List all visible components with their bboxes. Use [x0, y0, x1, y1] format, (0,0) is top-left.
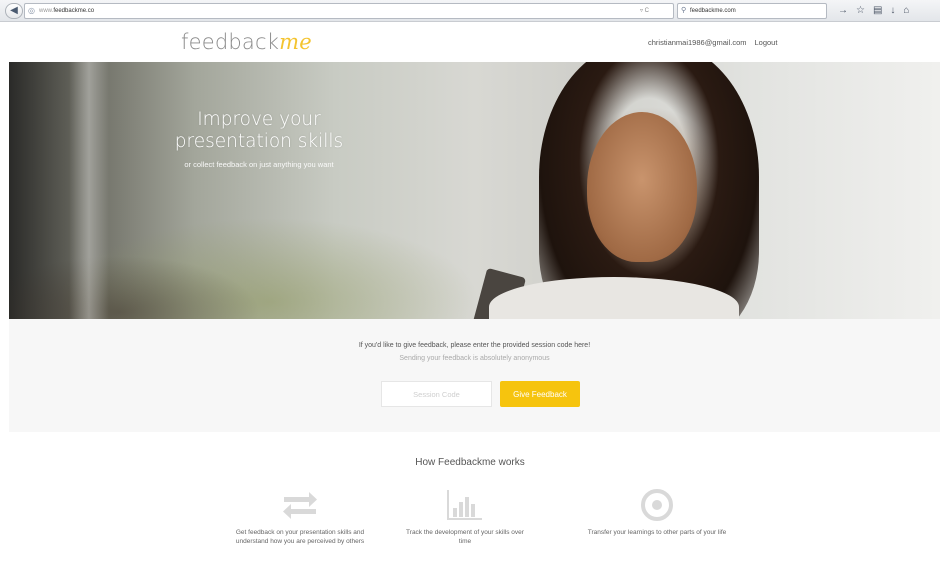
search-text: feedbackme.com [690, 8, 736, 14]
back-button[interactable]: ◀ [5, 3, 23, 19]
search-icon: ⚲ [681, 7, 687, 14]
site-logo[interactable]: feedbackme [181, 30, 312, 54]
reload-icon[interactable]: ▿ C [640, 3, 649, 19]
hero-subtitle: or collect feedback on just anything you… [184, 160, 334, 169]
feedback-section: If you'd like to give feedback, please e… [9, 319, 940, 432]
hero-banner: Improve your presentation skills or coll… [9, 62, 940, 319]
browser-search-box[interactable]: ⚲ feedbackme.com [677, 3, 827, 19]
bookmarks-list-icon[interactable]: ▤ [873, 3, 882, 19]
logout-link[interactable]: Logout [755, 38, 778, 47]
home-icon[interactable]: ⌂ [903, 3, 909, 19]
browser-toolbar: ◀ ◎ www.feedbackme.co ▿ C ⚲ feedbackme.c… [0, 0, 940, 22]
feature-transfer-learnings: Transfer your learnings to other parts o… [575, 488, 739, 537]
address-bar[interactable]: ◎ www.feedbackme.co [24, 3, 674, 19]
exchange-arrows-icon [283, 492, 317, 519]
feature-get-feedback: Get feedback on your presentation skills… [223, 488, 377, 546]
feature-text: Get feedback on your presentation skills… [235, 529, 365, 545]
bar-chart-icon [447, 490, 482, 520]
forward-arrow-icon[interactable]: → [838, 3, 848, 19]
user-nav: christianmai1986@gmail.com Logout [648, 38, 777, 47]
feedback-instruction: If you'd like to give feedback, please e… [358, 342, 591, 349]
feature-text: Transfer your learnings to other parts o… [587, 529, 727, 536]
hero-title: Improve your presentation skills [174, 109, 344, 152]
feature-track-development: Track the development of your skills ove… [400, 488, 530, 546]
address-text: www.feedbackme.co [39, 8, 95, 14]
give-feedback-button[interactable]: Give Feedback [500, 381, 580, 407]
target-icon [641, 489, 673, 521]
hero-photo-face [587, 112, 697, 262]
anonymous-note: Sending your feedback is absolutely anon… [399, 355, 550, 362]
site-header: feedbackme christianmai1986@gmail.com Lo… [0, 22, 940, 62]
globe-icon: ◎ [28, 6, 35, 15]
feature-text: Track the development of your skills ove… [406, 529, 524, 545]
how-it-works-title: How Feedbackme works [415, 457, 525, 468]
bookmark-star-icon[interactable]: ☆ [856, 3, 865, 19]
hero-background-light [69, 62, 109, 319]
browser-toolbar-icons: → ☆ ▤ ↓ ⌂ [838, 3, 909, 19]
user-email[interactable]: christianmai1986@gmail.com [648, 38, 747, 47]
download-icon[interactable]: ↓ [890, 3, 895, 19]
session-code-input[interactable] [381, 381, 492, 407]
